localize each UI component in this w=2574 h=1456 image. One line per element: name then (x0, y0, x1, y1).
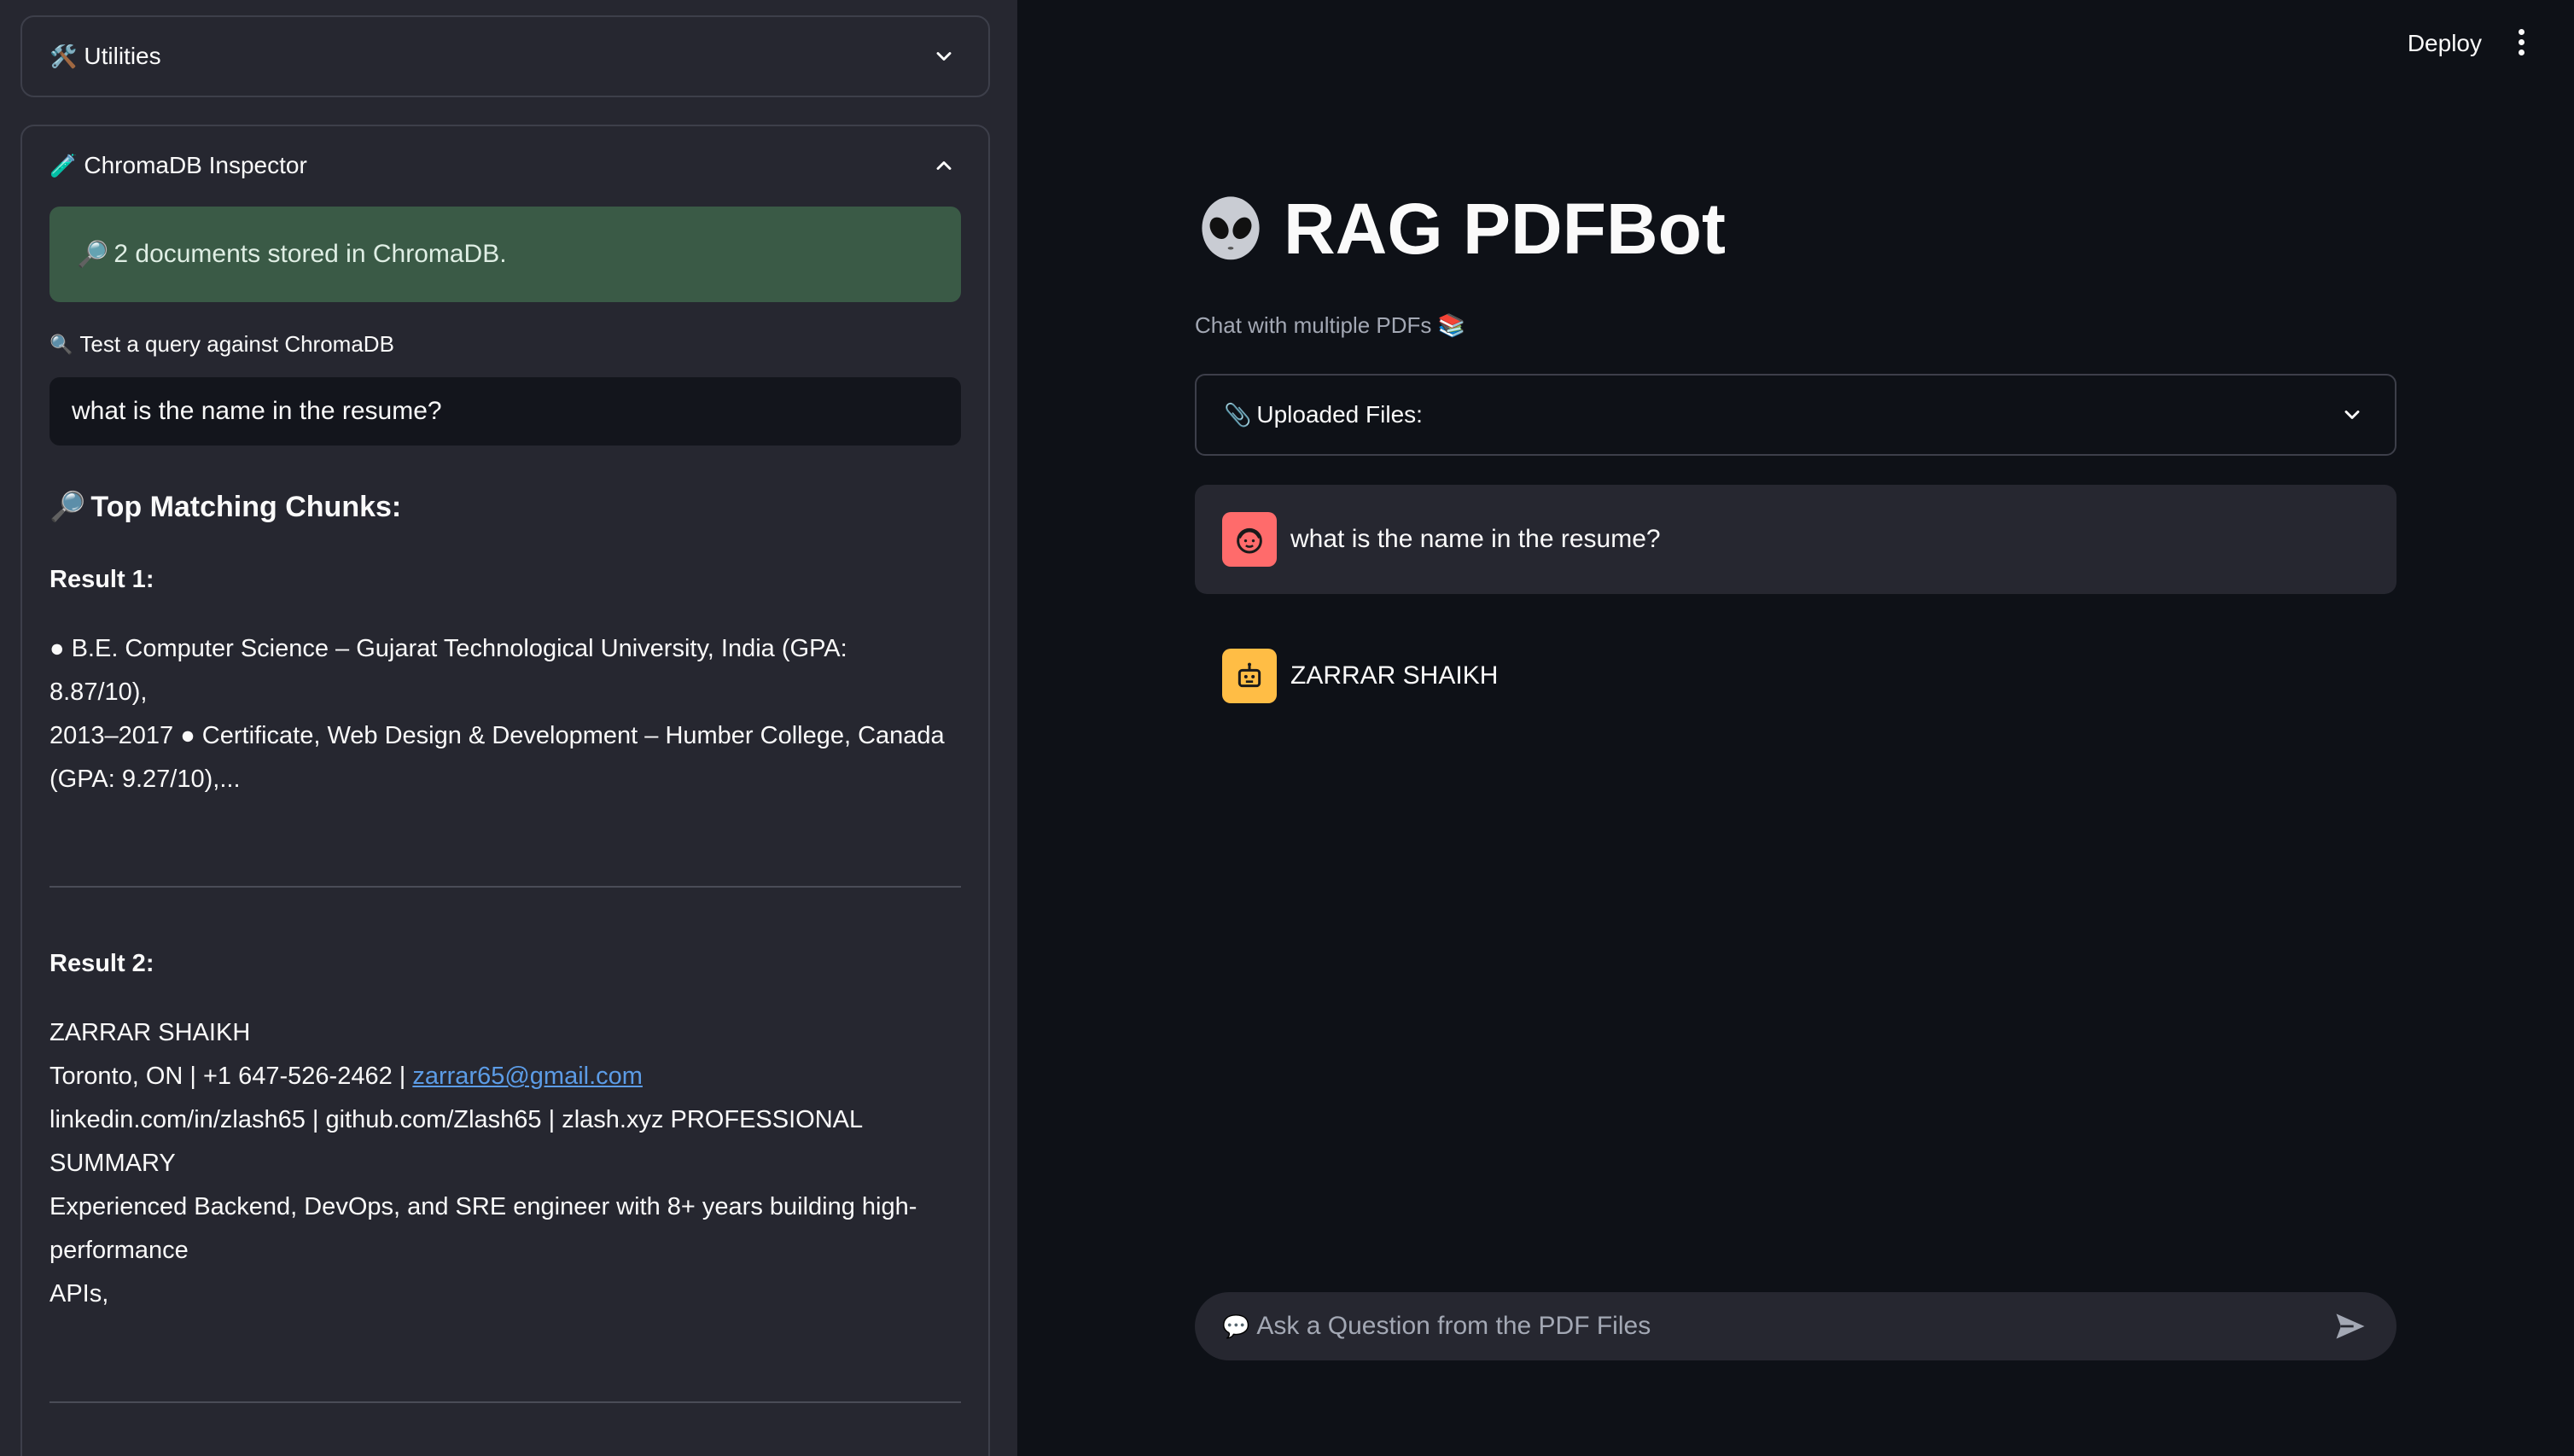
result-divider (50, 1401, 961, 1403)
magnifier-icon: 🔎 (50, 491, 86, 523)
result-name-line: ZARRAR SHAIKH (50, 1019, 251, 1046)
result-line: Experienced Backend, DevOps, and SRE eng… (50, 1193, 917, 1220)
result-line: ● B.E. Computer Science – Gujarat Techno… (50, 635, 847, 662)
magnifier-icon: 🔎 (77, 240, 109, 269)
uploaded-files-label: Uploaded Files: (1256, 401, 1423, 428)
uploaded-files-expander[interactable]: 📎 Uploaded Files: (1195, 374, 2396, 456)
chromadb-inspector-header[interactable]: 🧪 ChromaDB Inspector (22, 126, 988, 205)
send-icon[interactable] (2332, 1307, 2369, 1345)
result-line: SUMMARY (50, 1150, 176, 1177)
result-chunk-2: Result 2: ZARRAR SHAIKH Toronto, ON | +1… (50, 942, 971, 1316)
utilities-label: Utilities (84, 43, 161, 69)
chromadb-query-input[interactable] (50, 377, 961, 446)
speech-bubble-icon: 💬 (1222, 1313, 1250, 1339)
sidebar: 🛠️ Utilities 🧪 ChromaDB Inspector 🔎 2 do… (0, 0, 1017, 1456)
chevron-up-icon[interactable] (932, 154, 956, 178)
result-contact-line: Toronto, ON | +1 647-526-2462 | zarrar65… (50, 1055, 971, 1098)
test-tube-icon: 🧪 (50, 152, 78, 178)
result-line: 8.87/10), (50, 678, 148, 706)
result-line: 2013–2017 ● Certificate, Web Design & De… (50, 722, 945, 749)
main-area: Deploy RAG PDFBot Chat with multiple PDF… (1017, 0, 2574, 1456)
chunks-title-text: Top Matching Chunks: (90, 490, 402, 523)
result-title: Result 1: (50, 566, 154, 593)
query-label-text: Test a query against ChromaDB (79, 331, 394, 357)
chat-message-user: what is the name in the resume? (1195, 485, 2396, 594)
main-menu-icon[interactable] (2516, 29, 2526, 58)
hammer-wrench-icon: 🛠️ (50, 43, 78, 69)
chat-input[interactable] (1255, 1311, 2332, 1342)
paperclip-icon: 📎 (1224, 401, 1252, 428)
chevron-down-icon[interactable] (932, 44, 956, 68)
result-line: linkedin.com/in/zlash65 | github.com/Zla… (50, 1106, 864, 1133)
chat-message-text: what is the name in the resume? (1290, 525, 1661, 553)
deploy-button[interactable]: Deploy (2402, 29, 2487, 58)
bot-avatar-icon (1222, 649, 1277, 703)
chat-message-assistant: ZARRAR SHAIKH (1195, 621, 2396, 731)
documents-status-alert: 🔎 2 documents stored in ChromaDB. (50, 207, 961, 302)
query-field-label: 🔍 Test a query against ChromaDB (50, 331, 394, 358)
result-line: performance (50, 1237, 189, 1264)
page-title: RAG PDFBot (1195, 188, 1726, 271)
result-chunk-1: Result 1: ● B.E. Computer Science – Guja… (50, 558, 971, 801)
contact-prefix: Toronto, ON | +1 647-526-2462 | (50, 1063, 413, 1090)
alien-icon (1202, 195, 1260, 259)
chat-message-text: ZARRAR SHAIKH (1290, 661, 1499, 690)
result-title: Result 2: (50, 950, 154, 977)
documents-status-text: 2 documents stored in ChromaDB. (114, 240, 507, 268)
user-avatar-icon (1222, 512, 1277, 567)
page-title-text: RAG PDFBot (1284, 189, 1726, 269)
chat-input-container: 💬 (1195, 1292, 2396, 1360)
result-line: (GPA: 9.27/10),... (50, 766, 241, 793)
chromadb-inspector-label: ChromaDB Inspector (84, 152, 307, 178)
chromadb-inspector-expander: 🧪 ChromaDB Inspector 🔎 2 documents store… (20, 125, 990, 1456)
top-matching-chunks-heading: 🔎 Top Matching Chunks: (50, 490, 401, 524)
page-caption: Chat with multiple PDFs 📚 (1195, 312, 1466, 338)
result-line: APIs, (50, 1280, 109, 1307)
chevron-down-icon[interactable] (2340, 403, 2364, 427)
utilities-expander[interactable]: 🛠️ Utilities (20, 15, 990, 97)
utilities-expander-header[interactable]: 🛠️ Utilities (22, 17, 988, 96)
result-divider (50, 886, 961, 888)
email-link[interactable]: zarrar65@gmail.com (412, 1063, 643, 1090)
search-icon: 🔍 (50, 333, 73, 355)
